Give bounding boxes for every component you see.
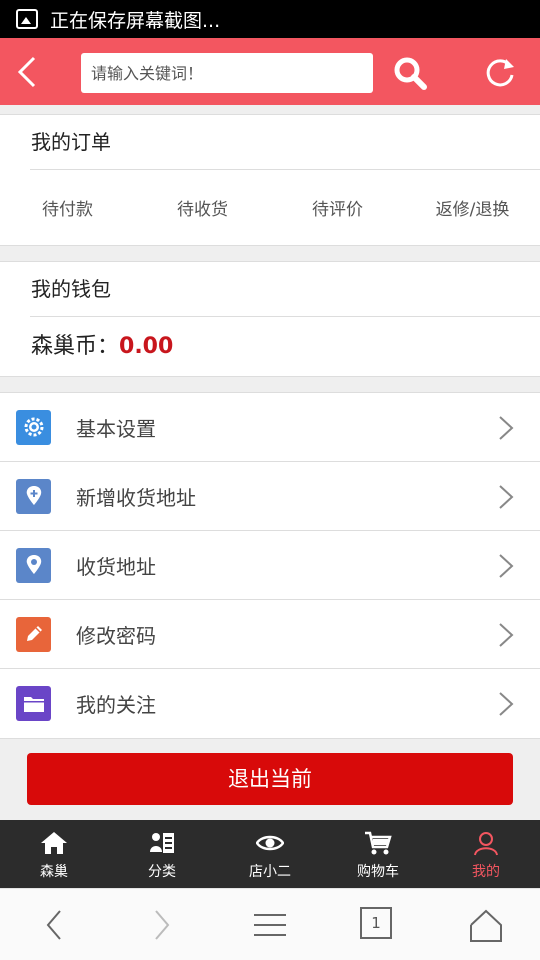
browser-forward-icon[interactable] [144, 907, 180, 943]
wallet-title: 我的钱包 [31, 277, 111, 301]
menu-item-my-follows[interactable]: 我的关注 [0, 669, 540, 738]
tab-label: 我的 [472, 864, 500, 880]
tab-home[interactable]: 森巢 [0, 820, 108, 888]
chevron-right-icon [499, 554, 514, 578]
header-bar [0, 38, 540, 105]
bottom-tab-bar: 森巢 分类 店小二 购物车 我的 [0, 820, 540, 888]
tab-label: 店小二 [249, 864, 291, 880]
order-tab-pending-review[interactable]: 待评价 [270, 195, 405, 220]
orders-card: 我的订单 待付款 待收货 待评价 返修/退换 [0, 114, 540, 246]
tab-label: 分类 [148, 864, 176, 880]
tab-label: 购物车 [357, 864, 399, 880]
tab-mine[interactable]: 我的 [432, 820, 540, 888]
menu-label: 基本设置 [76, 416, 156, 441]
menu-item-add-address[interactable]: 新增收货地址 [0, 462, 540, 531]
menu-item-basic-settings[interactable]: 基本设置 [0, 393, 540, 462]
browser-toolbar: 1 [0, 888, 540, 960]
order-tab-pending-payment[interactable]: 待付款 [0, 195, 135, 220]
chevron-right-icon [499, 623, 514, 647]
menu-label: 我的关注 [76, 693, 156, 717]
settings-menu: 基本设置 新增收货地址 收货地址 修改密码 我的关注 [0, 392, 540, 739]
coin-label: 森巢币： [31, 334, 120, 359]
browser-home-icon[interactable] [468, 907, 504, 943]
menu-label: 修改密码 [76, 623, 156, 648]
search-icon[interactable] [392, 55, 428, 91]
status-bar: 正在保存屏幕截图... [0, 0, 540, 38]
user-icon [474, 832, 498, 856]
refresh-icon[interactable] [482, 55, 518, 91]
tab-label: 森巢 [40, 864, 68, 880]
chevron-right-icon [499, 416, 514, 440]
category-icon [150, 833, 174, 853]
tab-count-button[interactable]: 1 [360, 907, 392, 939]
tab-shop-assistant[interactable]: 店小二 [216, 820, 324, 888]
tab-category[interactable]: 分类 [108, 820, 216, 888]
menu-label: 新增收货地址 [76, 485, 196, 510]
screenshot-icon [16, 9, 38, 29]
location-icon [16, 547, 51, 583]
menu-item-shipping-address[interactable]: 收货地址 [0, 531, 540, 600]
gear-icon [16, 409, 51, 445]
folder-icon [16, 686, 51, 721]
eye-icon [256, 835, 284, 851]
browser-back-icon[interactable] [36, 907, 72, 943]
menu-label: 收货地址 [76, 554, 156, 579]
menu-icon[interactable] [252, 907, 288, 943]
home-icon [41, 832, 67, 854]
wallet-card: 我的钱包 森巢币：0.00 [0, 261, 540, 377]
order-tab-pending-receipt[interactable]: 待收货 [135, 195, 270, 220]
status-text: 正在保存屏幕截图... [50, 9, 221, 32]
coin-value: 0.00 [119, 334, 174, 359]
pencil-icon [16, 616, 51, 652]
logout-button[interactable]: 退出当前 [27, 753, 513, 805]
tab-cart[interactable]: 购物车 [324, 820, 432, 888]
add-location-icon [16, 478, 51, 514]
cart-icon [365, 831, 392, 855]
order-status-tabs: 待付款 待收货 待评价 返修/退换 [0, 170, 540, 245]
orders-title: 我的订单 [31, 130, 111, 154]
back-arrow-icon[interactable] [12, 52, 42, 92]
search-input[interactable] [81, 53, 373, 93]
menu-item-change-password[interactable]: 修改密码 [0, 600, 540, 669]
search-box[interactable] [81, 53, 373, 93]
chevron-right-icon [499, 692, 514, 716]
coin-balance-row: 森巢币：0.00 [0, 317, 540, 377]
order-tab-returns[interactable]: 返修/退换 [405, 195, 540, 220]
chevron-right-icon [499, 485, 514, 509]
